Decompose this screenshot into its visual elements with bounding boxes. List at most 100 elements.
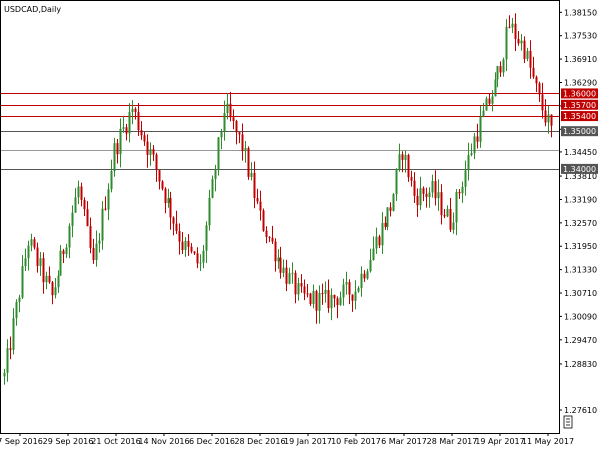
candle-body: [33, 239, 36, 248]
candle-body: [541, 94, 544, 111]
candle-body: [357, 288, 360, 292]
candle-body: [449, 208, 452, 230]
candle-body: [345, 282, 348, 285]
candle-body: [502, 59, 505, 73]
candle-body: [494, 79, 497, 97]
x-tick-label: 7 Sep 2016: [0, 437, 43, 446]
candle-body: [65, 247, 68, 255]
candle-body: [244, 147, 247, 152]
candle-body: [336, 298, 339, 306]
candle-body: [384, 222, 387, 227]
candle-body: [315, 291, 318, 311]
candle-body: [223, 113, 226, 132]
candle-body: [351, 294, 354, 301]
candle-body: [363, 273, 366, 279]
y-tick-label: 1.27610: [564, 406, 597, 415]
scroll-to-end-icon[interactable]: [563, 415, 573, 429]
x-tick-label: 19 Apr 2017: [475, 437, 524, 446]
candle-body: [476, 136, 479, 142]
candle-body: [529, 50, 532, 68]
candle-body: [12, 318, 15, 350]
candle-body: [18, 297, 21, 302]
candle-body: [327, 290, 330, 309]
price-tag-label: 1.36000: [563, 89, 596, 98]
x-tick-label: 6 Dec 2016: [189, 437, 235, 446]
candle-body: [196, 253, 199, 264]
candle-body: [470, 153, 473, 155]
candle-body: [220, 131, 223, 138]
candle-body: [491, 96, 494, 104]
candle-body: [389, 207, 392, 211]
candle-body: [110, 171, 113, 190]
candle-body: [369, 259, 372, 272]
candle-body: [202, 250, 205, 263]
candle-body: [122, 127, 125, 129]
candle-body: [226, 103, 229, 114]
candle-body: [378, 236, 381, 246]
candle-body: [428, 192, 431, 197]
candle-body: [140, 130, 143, 136]
candle-body: [250, 172, 253, 177]
candle-body: [68, 226, 71, 248]
candle-body: [190, 246, 193, 252]
y-tick-label: 1.30710: [564, 289, 597, 298]
candle-body: [532, 67, 535, 77]
price-tag-label: 1.35700: [563, 101, 596, 110]
candle-body: [155, 154, 158, 171]
candle-body: [395, 169, 398, 195]
candle-body: [232, 117, 235, 121]
candle-body: [485, 98, 488, 111]
candle-body: [146, 141, 149, 155]
candle-body: [288, 273, 291, 284]
candle-body: [517, 38, 520, 44]
candle-body: [535, 76, 538, 84]
candle-body: [104, 208, 107, 210]
candle-body: [169, 198, 172, 218]
candle-body: [309, 293, 312, 305]
candle-body: [164, 188, 167, 204]
candle-body: [375, 236, 378, 249]
candle-body: [158, 170, 161, 182]
x-tick-label: 28 Mar 2017: [427, 437, 478, 446]
price-tag-label: 1.35000: [563, 127, 596, 136]
candle-body: [149, 149, 152, 155]
candle-body: [392, 194, 395, 211]
candle-body: [86, 209, 89, 227]
x-tick-label: 11 May 2017: [522, 437, 574, 446]
candle-body: [544, 110, 547, 123]
candle-body: [36, 247, 39, 266]
candle-body: [360, 273, 363, 289]
candle-body: [300, 283, 303, 287]
price-tag-label: 1.34000: [563, 165, 596, 174]
candle-body: [514, 23, 517, 39]
candle-body: [253, 172, 256, 199]
candle-body: [71, 212, 74, 227]
chart-title: USDCAD,Daily: [4, 5, 61, 14]
x-tick-label: 19 Jan 2017: [284, 437, 332, 446]
y-tick-label: 1.34450: [564, 148, 597, 157]
candle-body: [482, 110, 485, 117]
candle-body: [419, 188, 422, 206]
candle-body: [520, 40, 523, 44]
price-tag-label: 1.35400: [563, 112, 596, 121]
candle-body: [54, 287, 57, 296]
candle-body: [113, 143, 116, 172]
candle-body: [547, 114, 550, 123]
candle-body: [211, 179, 214, 198]
candle-body: [443, 215, 446, 217]
candle-body: [422, 188, 425, 194]
x-tick-label: 14 Nov 2016: [138, 437, 189, 446]
candle-body: [271, 237, 274, 242]
candle-body: [62, 250, 65, 255]
candle-body: [333, 294, 336, 299]
candle-body: [342, 284, 345, 298]
candle-body: [285, 267, 288, 284]
candle-body: [42, 258, 45, 283]
candle-body: [440, 192, 443, 216]
candle-body: [505, 26, 508, 60]
candle-body: [523, 40, 526, 59]
candle-body: [172, 217, 175, 224]
candle-body: [15, 301, 18, 319]
candle-body: [3, 372, 6, 377]
candle-body: [262, 210, 265, 231]
